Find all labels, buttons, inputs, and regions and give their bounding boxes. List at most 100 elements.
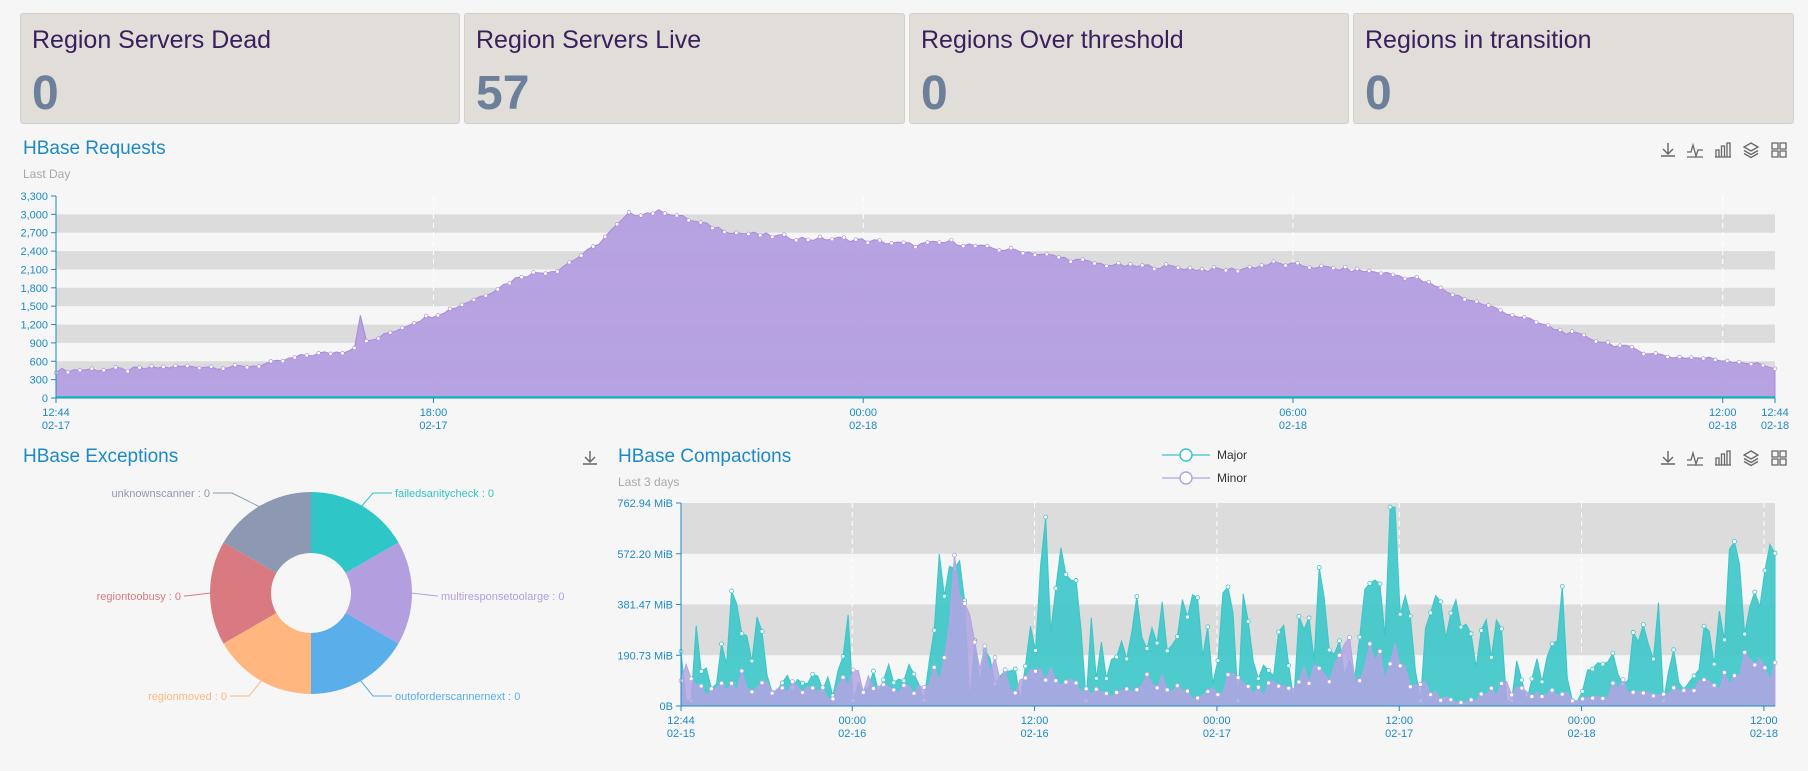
data-point: [1377, 648, 1383, 654]
download-icon[interactable]: [1658, 140, 1678, 160]
data-point: [1215, 692, 1221, 698]
data-point: [901, 240, 906, 245]
grid-icon[interactable]: [1769, 140, 1789, 160]
comp-x-tick-date: 02-16: [838, 728, 866, 740]
data-point: [1590, 695, 1596, 701]
data-point: [1134, 594, 1140, 599]
download-icon[interactable]: [580, 448, 600, 468]
req-x-tick-date: 02-17: [419, 420, 447, 432]
data-point: [304, 353, 309, 358]
pie-label-leader: [410, 592, 438, 597]
data-point: [1630, 630, 1636, 635]
data-point: [638, 213, 644, 218]
y-tick-label: 572.20 MiB: [617, 549, 673, 561]
data-point: [925, 240, 930, 245]
bar-chart-icon[interactable]: [1713, 448, 1733, 468]
data-point: [209, 364, 214, 369]
data-point: [972, 639, 978, 645]
data-point: [352, 345, 357, 351]
data-point: [1640, 690, 1646, 696]
data-point: [1570, 698, 1575, 704]
data-point: [1195, 595, 1201, 601]
data-point: [1073, 680, 1079, 686]
data-point: [698, 220, 703, 225]
data-point: [1651, 693, 1656, 699]
data-point: [1114, 654, 1119, 660]
data-point: [1152, 266, 1157, 271]
data-point: [1661, 691, 1666, 697]
data-point: [1610, 680, 1616, 686]
data-point: [729, 680, 735, 686]
data-point: [471, 297, 476, 302]
data-point: [759, 680, 765, 686]
comp-x-tick-label: 00:00: [1203, 715, 1231, 727]
y-tick-label: 600: [30, 356, 48, 368]
download-icon[interactable]: [1658, 448, 1678, 468]
line-chart-icon[interactable]: [1685, 140, 1705, 160]
data-point: [1023, 675, 1028, 681]
req-x-tick-label: 06:00: [1279, 407, 1307, 419]
data-point: [1600, 696, 1606, 701]
req-x-tick-label: 18:00: [420, 407, 448, 419]
data-point: [1534, 320, 1539, 325]
data-point: [1499, 681, 1504, 686]
requests-toolbar: [1658, 140, 1794, 162]
data-point: [749, 689, 755, 695]
data-point: [1559, 584, 1565, 589]
data-point: [678, 649, 684, 654]
data-point: [1247, 264, 1252, 270]
data-point: [53, 370, 59, 376]
data-point: [1283, 263, 1288, 268]
stack-icon[interactable]: [1741, 140, 1761, 160]
data-point: [603, 234, 608, 239]
data-point: [739, 631, 745, 637]
y-tick-label: 2,700: [20, 228, 48, 240]
data-point: [1539, 679, 1545, 685]
data-point: [1478, 628, 1484, 633]
data-point: [1080, 257, 1085, 262]
data-point: [388, 330, 393, 335]
compactions-chart-subtitle: Last 3 days: [618, 475, 680, 489]
data-point: [1397, 663, 1403, 669]
line-chart-icon[interactable]: [1685, 448, 1705, 468]
data-point: [1205, 689, 1211, 694]
data-point: [708, 686, 714, 692]
data-point: [1020, 251, 1026, 256]
data-point: [1043, 677, 1049, 683]
data-point: [749, 658, 755, 664]
data-point: [1488, 685, 1494, 691]
stat-title: Region Servers Dead: [32, 26, 272, 54]
data-point: [1083, 698, 1089, 704]
req-x-tick-date: 02-18: [1279, 420, 1307, 432]
data-point: [1549, 687, 1555, 693]
data-point: [185, 363, 190, 368]
stack-icon[interactable]: [1741, 448, 1761, 468]
data-point: [729, 588, 735, 594]
data-point: [435, 313, 441, 318]
data-point: [376, 336, 381, 341]
legend-label: Minor: [1217, 471, 1247, 485]
comp-x-tick-date: 02-17: [1385, 728, 1413, 740]
data-point: [982, 643, 988, 649]
data-point: [1255, 684, 1261, 690]
data-point: [1519, 677, 1525, 683]
data-point: [1073, 578, 1079, 583]
data-point: [1377, 581, 1383, 587]
data-point: [1752, 662, 1758, 668]
data-point: [1012, 666, 1018, 672]
data-point: [1620, 677, 1626, 682]
legend-label: Major: [1217, 448, 1247, 462]
bar-chart-icon[interactable]: [1713, 140, 1733, 160]
data-point: [911, 671, 917, 677]
data-point: [1215, 658, 1221, 663]
y-tick-label: 300: [30, 375, 48, 387]
data-point: [1140, 263, 1145, 268]
data-point: [1701, 623, 1707, 629]
data-point: [1002, 667, 1008, 673]
data-point: [1266, 667, 1271, 673]
grid-icon[interactable]: [1769, 448, 1789, 468]
data-point: [1640, 622, 1646, 628]
pie-slice-label: regiontoobusy : 0: [97, 591, 181, 603]
data-point: [871, 685, 876, 691]
pie-label-leader: [213, 492, 263, 509]
